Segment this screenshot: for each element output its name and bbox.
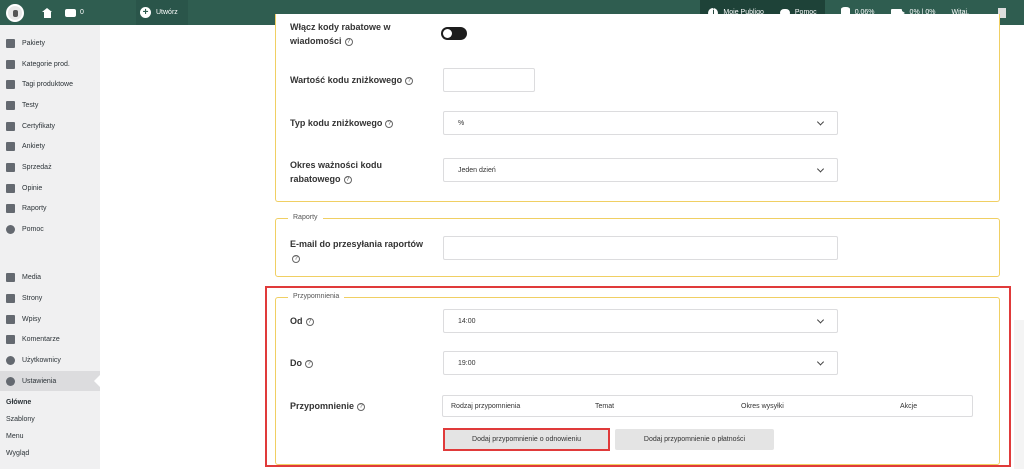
discount-value-input[interactable] <box>443 68 535 92</box>
admin-sidebar: Pakiety Kategorie prod. Tagi produktowe … <box>0 25 100 469</box>
discount-toggle-label: Włącz kody rabatowe w wiadomości? <box>290 20 430 48</box>
help-circle-icon[interactable]: ? <box>405 77 414 85</box>
chevron-down-icon <box>816 165 825 173</box>
certificate-icon <box>6 121 15 131</box>
sidebar-item-label: Opinie <box>22 184 43 192</box>
scrollbar-track[interactable] <box>1014 320 1024 469</box>
sidebar-item-uzytkownicy[interactable]: Użytkownicy <box>0 350 100 370</box>
sidebar-item-label: Certyfikaty <box>22 122 56 130</box>
highlight-frame <box>265 286 1011 467</box>
discount-codes-toggle[interactable] <box>441 27 467 40</box>
chevron-down-icon <box>816 118 825 126</box>
sidebar-item-komentarze[interactable]: Komentarze <box>0 329 100 349</box>
sidebar-item-wpisy[interactable]: Wpisy <box>0 309 100 329</box>
reports-legend: Raporty <box>288 214 323 221</box>
label-text: E-mail do przesyłania raportów <box>290 239 424 249</box>
sidebar-item-label: Tagi produktowe <box>22 80 73 88</box>
help-circle-icon[interactable]: ? <box>343 176 352 184</box>
comments-icon[interactable] <box>65 8 76 17</box>
media-icon <box>6 272 15 282</box>
chart-icon <box>6 203 15 213</box>
sidebar-item-tagi[interactable]: Tagi produktowe <box>0 74 100 94</box>
discount-validity-label: Okres ważności kodu rabatowego? <box>290 158 382 186</box>
page-icon <box>6 293 15 303</box>
sidebar-item-label: Użytkownicy <box>22 356 61 364</box>
plus-icon: + <box>140 7 151 18</box>
sidebar-item-certyfikaty[interactable]: Certyfikaty <box>0 116 100 136</box>
label-text: Okres ważności kodu <box>290 160 383 170</box>
help-circle-icon[interactable]: ? <box>292 255 300 263</box>
sidebar-item-label: Wpisy <box>22 315 42 323</box>
sidebar-item-pomoc[interactable]: Pomoc <box>0 219 100 239</box>
discount-type-select[interactable]: % <box>443 111 838 135</box>
sidebar-item-opinie[interactable]: Opinie <box>0 178 100 198</box>
sidebar-item-label: Raporty <box>22 204 47 212</box>
sidebar-item-label: Media <box>22 273 42 281</box>
label-text: Typ kodu zniżkowego <box>290 118 383 128</box>
submenu-item-szablony[interactable]: Szablony <box>6 416 35 423</box>
cart-icon <box>6 162 15 172</box>
discount-validity-select[interactable]: Jeden dzień <box>443 158 838 182</box>
sidebar-item-label: Pakiety <box>22 39 45 47</box>
user-icon <box>6 355 15 365</box>
submenu-item-wyglad[interactable]: Wygląd <box>6 450 29 457</box>
home-icon[interactable] <box>42 7 53 18</box>
survey-icon <box>6 141 15 151</box>
tag-icon <box>6 79 15 89</box>
folder-icon <box>6 59 15 69</box>
sidebar-item-strony[interactable]: Strony <box>0 288 100 308</box>
highlight-button-frame <box>443 428 610 451</box>
comment-icon <box>6 334 15 344</box>
sidebar-item-ankiety[interactable]: Ankiety <box>0 136 100 156</box>
label-text: Wartość kodu zniżkowego <box>290 75 403 85</box>
opinion-icon <box>6 183 15 193</box>
grid-icon <box>6 38 15 48</box>
help-circle-icon[interactable]: ? <box>385 120 394 128</box>
label-text: wiadomości <box>290 36 342 46</box>
reports-email-input[interactable] <box>443 236 838 260</box>
sidebar-item-testy[interactable]: Testy <box>0 95 100 115</box>
sidebar-item-label: Testy <box>22 101 39 109</box>
sidebar-item-label: Strony <box>22 294 43 302</box>
pencil-icon <box>6 100 15 110</box>
submenu-item-menu[interactable]: Menu <box>6 433 24 440</box>
help-icon <box>6 224 15 234</box>
discount-type-label: Typ kodu zniżkowego? <box>290 116 394 130</box>
sidebar-item-media[interactable]: Media <box>0 267 100 287</box>
discount-value-label: Wartość kodu zniżkowego? <box>290 73 414 87</box>
sidebar-item-ustawienia[interactable]: Ustawienia <box>0 371 100 391</box>
settings-icon <box>6 376 15 386</box>
new-content-label: Utwórz <box>156 9 178 16</box>
sidebar-item-label: Ankiety <box>22 142 45 150</box>
sidebar-item-kategorie[interactable]: Kategorie prod. <box>0 54 100 74</box>
sidebar-item-raporty[interactable]: Raporty <box>0 198 100 218</box>
sidebar-item-label: Komentarze <box>22 335 60 343</box>
sidebar-item-label: Sprzedaż <box>22 163 52 171</box>
sidebar-item-pakiety[interactable]: Pakiety <box>0 33 100 53</box>
help-circle-icon[interactable]: ? <box>344 38 353 46</box>
new-content-button[interactable]: + Utwórz <box>136 0 188 25</box>
sidebar-item-sprzedaz[interactable]: Sprzedaż <box>0 157 100 177</box>
label-text: Włącz kody rabatowe w <box>290 22 391 32</box>
reports-email-label: E-mail do przesyłania raportów ? <box>290 237 440 265</box>
sidebar-item-label: Ustawienia <box>22 377 57 385</box>
pin-icon <box>6 314 15 324</box>
sidebar-item-label: Pomoc <box>22 225 44 233</box>
discount-validity-value: Jeden dzień <box>458 166 496 174</box>
submenu-item-glowne[interactable]: Główne <box>6 399 31 406</box>
site-logo-icon[interactable] <box>6 3 24 22</box>
label-text: rabatowego <box>290 174 341 184</box>
comment-count[interactable]: 0 <box>80 9 84 16</box>
discount-type-value: % <box>458 119 465 127</box>
sidebar-item-label: Kategorie prod. <box>22 60 70 68</box>
